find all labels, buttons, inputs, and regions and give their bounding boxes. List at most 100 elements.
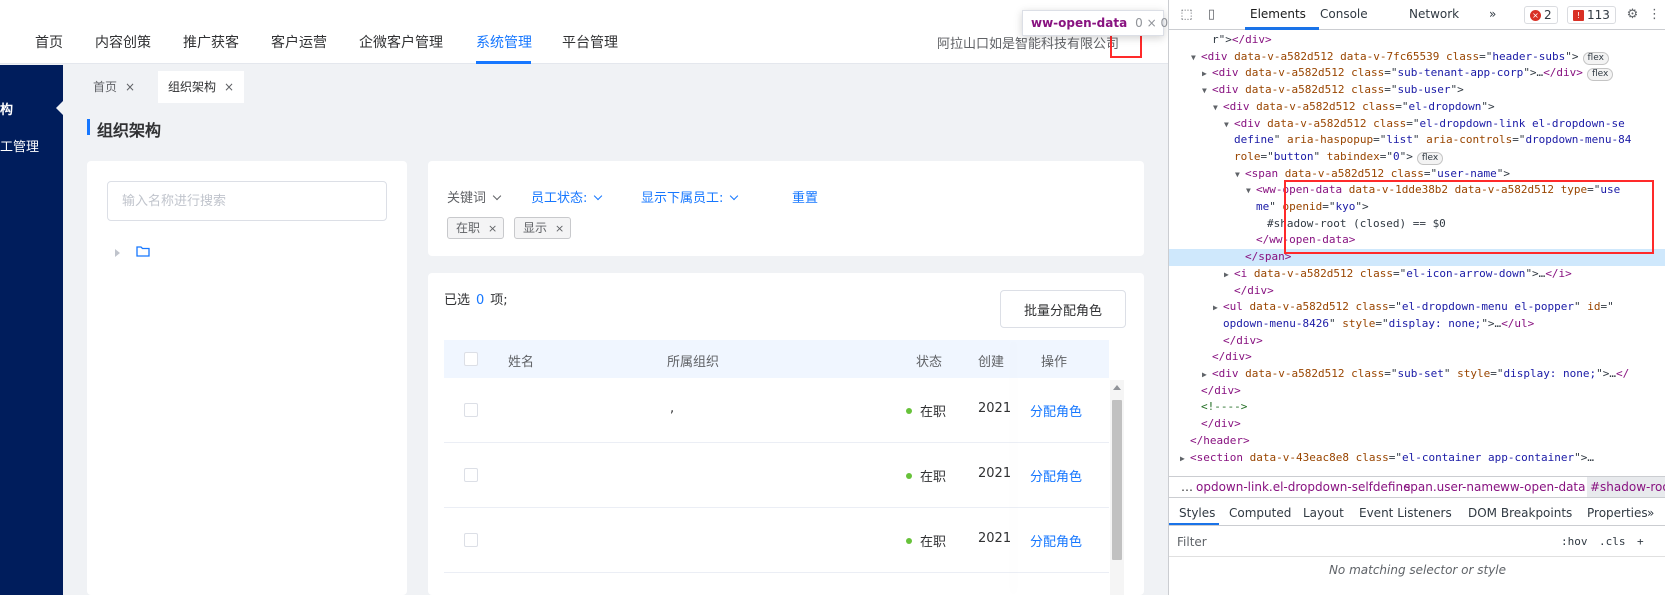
column-header-org[interactable]: 所属组织 (667, 351, 719, 370)
issues-count-badge[interactable]: ! 113 (1567, 6, 1616, 24)
gear-icon[interactable]: ⚙ (1625, 7, 1640, 22)
subtab-event-listeners[interactable]: Event Listeners (1359, 506, 1452, 520)
caret-right-icon[interactable]: ▶ (1180, 450, 1190, 467)
dom-line[interactable]: ▼ <div data-v-a582d512 data-v-7fc65539 cl… (1191, 48, 1609, 65)
dom-line[interactable]: ▼ <div data-v-a582d512 class="el-dropdown… (1224, 115, 1625, 132)
caret-right-icon[interactable] (115, 249, 120, 257)
new-rule-icon[interactable]: + (1637, 535, 1644, 548)
select-all-checkbox[interactable] (464, 352, 478, 366)
dom-line[interactable]: </div> (1191, 382, 1241, 399)
close-icon[interactable]: × (125, 80, 135, 94)
dom-line[interactable]: </div> (1202, 348, 1252, 365)
subtab-layout[interactable]: Layout (1303, 506, 1344, 520)
devtools-tab-console[interactable]: Console (1320, 7, 1368, 21)
caret-right-icon[interactable]: ▶ (1213, 299, 1223, 316)
column-header-name[interactable]: 姓名 (508, 351, 534, 370)
dom-line[interactable]: ▼ <div data-v-a582d512 class="el-dropdown… (1213, 98, 1495, 115)
subtab-styles[interactable]: Styles (1179, 506, 1215, 520)
dom-line[interactable]: ▼ <div data-v-a582d512 class="sub-user"> (1202, 81, 1464, 98)
nav-wecom-customers[interactable]: 企微客户管理 (359, 32, 443, 52)
caret-down-icon[interactable]: ▼ (1224, 116, 1234, 133)
caret-right-icon[interactable]: ▶ (1224, 266, 1234, 283)
subtab-computed[interactable]: Computed (1229, 506, 1291, 520)
more-tabs-icon[interactable]: » (1489, 7, 1496, 21)
breadcrumb-ellipsis[interactable]: … (1181, 477, 1193, 497)
more-subtabs-icon[interactable]: » (1647, 506, 1654, 520)
dom-line[interactable]: ▶ <div data-v-a582d512 class="sub-set" st… (1202, 365, 1629, 382)
sidebar-item-org[interactable]: 构 (0, 91, 63, 125)
device-toolbar-icon[interactable]: ▯ (1204, 7, 1219, 22)
hover-state-toggle[interactable]: :hov (1561, 535, 1588, 548)
column-header-created[interactable]: 创建 (978, 351, 1004, 370)
styles-filter-input[interactable] (1177, 532, 1557, 552)
dom-line[interactable]: r"></div> (1202, 31, 1272, 48)
caret-down-icon[interactable]: ▼ (1191, 49, 1201, 66)
row-checkbox[interactable] (464, 533, 478, 547)
breadcrumb-item[interactable]: span.user-name (1404, 477, 1500, 497)
nav-content[interactable]: 内容创策 (95, 32, 151, 52)
flex-badge[interactable]: flex (1416, 151, 1444, 165)
caret-down-icon[interactable]: ▼ (1202, 82, 1212, 99)
caret-down-icon[interactable]: ▼ (1213, 99, 1223, 116)
nav-promotion[interactable]: 推广获客 (183, 32, 239, 52)
batch-assign-roles-button[interactable]: 批量分配角色 (1000, 290, 1126, 328)
tab-home[interactable]: 首页 × (83, 71, 145, 103)
caret-down-icon[interactable]: ▼ (1235, 166, 1245, 183)
close-icon[interactable]: × (488, 222, 497, 235)
dom-line[interactable]: </div> (1213, 332, 1263, 349)
inspect-element-icon[interactable]: ⬚ (1179, 7, 1194, 22)
dom-line[interactable]: ▶ <ul data-v-a582d512 class="el-dropdown-… (1213, 298, 1614, 315)
scroll-thumb[interactable] (1112, 400, 1122, 560)
caret-right-icon[interactable]: ▶ (1202, 65, 1212, 82)
dom-line[interactable]: ▶ <section data-v-43eac8e8 class="el-cont… (1180, 449, 1594, 466)
subordinate-filter-dropdown[interactable]: 显示下属员工: (641, 187, 739, 206)
kebab-menu-icon[interactable]: ⋮ (1647, 7, 1662, 22)
dom-line[interactable]: </header> (1180, 432, 1250, 449)
breadcrumb-item-selected[interactable]: #shadow-root (1587, 477, 1665, 497)
caret-right-icon[interactable]: ▶ (1202, 366, 1212, 383)
status-filter-dropdown[interactable]: 员工状态: (531, 187, 603, 206)
flex-badge[interactable]: flex (1586, 68, 1614, 82)
dom-line[interactable]: define" aria-haspopup="list" aria-contro… (1224, 131, 1631, 148)
dom-line[interactable]: </span> (1235, 248, 1291, 265)
flex-badge[interactable]: flex (1582, 51, 1609, 65)
reset-button[interactable]: 重置 (792, 187, 818, 206)
close-icon[interactable]: × (555, 222, 564, 235)
keyword-filter-dropdown[interactable]: 关键词 (447, 187, 502, 206)
assign-role-link[interactable]: 分配角色 (1030, 466, 1082, 485)
nav-customer-ops[interactable]: 客户运营 (271, 32, 327, 52)
nav-system-management[interactable]: 系统管理 (476, 32, 532, 52)
dom-line[interactable]: <!----> (1191, 398, 1247, 415)
row-checkbox[interactable] (464, 468, 478, 482)
assign-role-link[interactable]: 分配角色 (1030, 531, 1082, 550)
tab-org[interactable]: 组织架构 × (158, 71, 245, 103)
caret-down-icon[interactable]: ▼ (1246, 182, 1256, 199)
devtools-tab-elements[interactable]: Elements (1250, 7, 1306, 21)
breadcrumb-item[interactable]: opdown-link.el-dropdown-selfdefine (1196, 477, 1410, 497)
nav-platform-management[interactable]: 平台管理 (562, 32, 618, 52)
class-toggle[interactable]: .cls (1599, 535, 1626, 548)
subtab-properties[interactable]: Properties (1587, 506, 1648, 520)
row-checkbox[interactable] (464, 403, 478, 417)
dom-line[interactable]: opdown-menu-8426" style="display: none;"… (1213, 315, 1534, 332)
close-icon[interactable]: × (224, 80, 234, 94)
dom-line[interactable]: </div> (1191, 415, 1241, 432)
folder-icon[interactable] (136, 246, 150, 257)
dom-line[interactable]: </div> (1224, 282, 1274, 299)
column-header-status[interactable]: 状态 (916, 351, 942, 370)
error-count-badge[interactable]: × 2 (1524, 6, 1558, 24)
nav-home[interactable]: 首页 (35, 32, 63, 52)
sidebar-item-staff[interactable]: 工管理 (0, 136, 39, 155)
breadcrumb-item[interactable]: ww-open-data (1500, 477, 1586, 497)
devtools-tab-network[interactable]: Network (1409, 7, 1459, 21)
dom-line[interactable]: ▶ <div data-v-a582d512 class="sub-tenant-… (1202, 64, 1614, 82)
table-scrollbar[interactable] (1110, 380, 1124, 595)
dom-token: " (1273, 133, 1287, 147)
subtab-dom-breakpoints[interactable]: DOM Breakpoints (1468, 506, 1572, 520)
dom-line[interactable]: ▶ <i data-v-a582d512 class="el-icon-arrow… (1224, 265, 1572, 282)
dom-line[interactable]: role="button" tabindex="0"> flex (1224, 148, 1444, 165)
scroll-up-arrow-icon[interactable] (1113, 385, 1121, 390)
dom-token: class (1390, 166, 1424, 180)
assign-role-link[interactable]: 分配角色 (1030, 401, 1082, 420)
tree-search-input[interactable] (107, 181, 387, 221)
